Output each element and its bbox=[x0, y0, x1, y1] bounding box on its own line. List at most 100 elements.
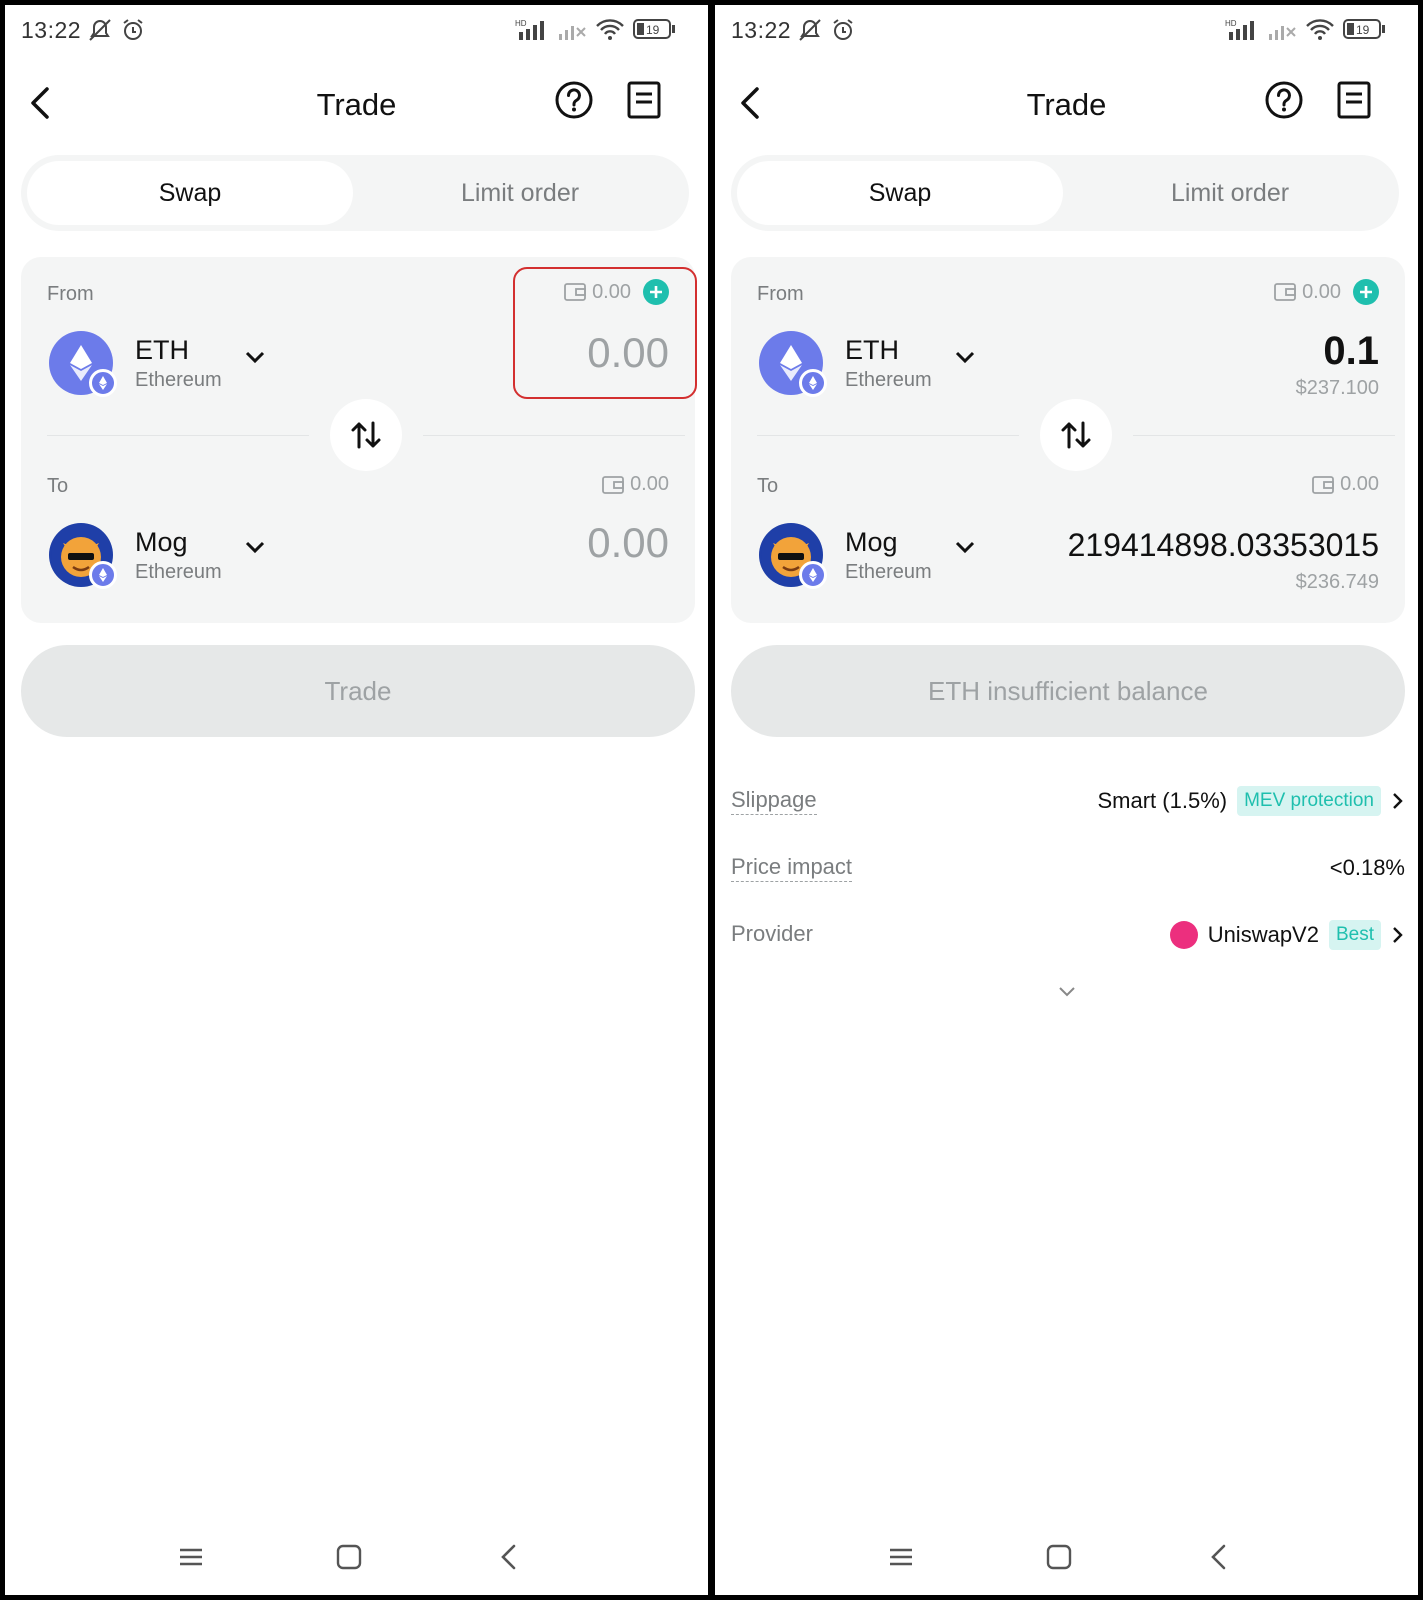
home-icon[interactable] bbox=[1045, 1543, 1073, 1576]
system-nav-bar bbox=[5, 1525, 708, 1595]
menu-icon[interactable] bbox=[887, 1543, 915, 1576]
to-token-symbol: Mog bbox=[135, 527, 188, 557]
order-history-icon[interactable] bbox=[1333, 79, 1375, 121]
wallet-icon bbox=[602, 475, 624, 494]
status-time: 13:22 bbox=[21, 17, 82, 43]
to-label: To bbox=[757, 475, 779, 497]
system-nav-bar bbox=[715, 1525, 1418, 1595]
swap-card: From 0.00 ETH Ethereum 0.1 $237.100 To 0… bbox=[731, 257, 1405, 623]
from-amount-usd: $237.100 bbox=[1295, 377, 1379, 399]
divider bbox=[47, 435, 309, 436]
from-label: From bbox=[757, 283, 804, 305]
to-balance: 0.00 bbox=[602, 473, 669, 496]
svg-text:19: 19 bbox=[1356, 23, 1370, 37]
to-token-symbol: Mog bbox=[845, 527, 898, 557]
from-balance: 0.00 bbox=[1274, 279, 1379, 305]
from-balance-value: 0.00 bbox=[1302, 280, 1341, 303]
right-screen: 13:22 HD 19 Trade Swap Limit order From … bbox=[715, 5, 1418, 1595]
provider-label: Provider bbox=[731, 921, 813, 946]
price-impact-value-group: <0.18% bbox=[1330, 848, 1405, 888]
slippage-row[interactable]: Slippage Smart (1.5%) MEV protection bbox=[731, 781, 1405, 821]
slippage-label: Slippage bbox=[731, 787, 817, 815]
menu-icon[interactable] bbox=[177, 1543, 205, 1576]
provider-row[interactable]: Provider UniswapV2 Best bbox=[731, 915, 1405, 955]
insufficient-balance-button[interactable]: ETH insufficient balance bbox=[731, 645, 1405, 737]
price-impact-value: <0.18% bbox=[1329, 855, 1405, 880]
status-time: 13:22 bbox=[731, 17, 792, 43]
mev-protection-badge: MEV protection bbox=[1237, 786, 1381, 816]
tab-swap[interactable]: Swap bbox=[737, 161, 1063, 225]
battery-icon: 19 bbox=[1343, 18, 1387, 40]
battery-icon: 19 bbox=[633, 18, 677, 40]
help-icon[interactable] bbox=[1263, 79, 1305, 121]
from-amount-input[interactable]: 0.1 bbox=[1323, 329, 1379, 374]
swap-direction-icon[interactable] bbox=[330, 399, 402, 471]
home-icon[interactable] bbox=[335, 1543, 363, 1576]
trade-mode-tabs: Swap Limit order bbox=[731, 155, 1399, 231]
muted-notifications-icon bbox=[797, 18, 823, 42]
to-token-chain: Ethereum bbox=[845, 561, 932, 583]
to-amount: 0.00 bbox=[587, 519, 669, 566]
ethereum-chain-icon bbox=[799, 369, 827, 397]
header: Trade bbox=[715, 67, 1418, 139]
to-token-chain: Ethereum bbox=[135, 561, 222, 583]
svg-text:HD: HD bbox=[1225, 19, 1237, 28]
ethereum-chain-icon bbox=[89, 369, 117, 397]
wifi-icon bbox=[1305, 18, 1335, 40]
to-balance-value: 0.00 bbox=[1340, 473, 1379, 495]
page-title: Trade bbox=[1026, 87, 1107, 122]
to-amount: 219414898.03353015 bbox=[1067, 527, 1379, 563]
from-token-symbol: ETH bbox=[135, 335, 189, 365]
nav-back-icon[interactable] bbox=[495, 1543, 523, 1576]
uniswap-logo-icon bbox=[1169, 921, 1198, 949]
amount-highlight-box bbox=[513, 267, 697, 399]
order-history-icon[interactable] bbox=[623, 79, 665, 121]
chevron-right-icon bbox=[1393, 927, 1403, 943]
best-badge: Best bbox=[1328, 920, 1381, 950]
from-token-chain: Ethereum bbox=[135, 369, 222, 391]
to-balance-value: 0.00 bbox=[630, 473, 669, 495]
no-signal-icon bbox=[1267, 18, 1297, 40]
slippage-value-group: Smart (1.5%) MEV protection bbox=[1098, 781, 1406, 821]
status-bar: 13:22 HD 19 bbox=[715, 5, 1418, 53]
svg-text:HD: HD bbox=[515, 19, 527, 28]
chevron-down-icon bbox=[955, 351, 975, 364]
tab-limit-order[interactable]: Limit order bbox=[357, 161, 683, 225]
left-screen: 13:22 HD 19 Trade Swap Limit order From … bbox=[5, 5, 708, 1595]
to-balance: 0.00 bbox=[1312, 473, 1379, 496]
signal-icon: HD bbox=[1225, 18, 1259, 40]
ethereum-chain-icon bbox=[799, 561, 827, 589]
divider bbox=[423, 435, 685, 436]
chevron-down-icon bbox=[245, 541, 265, 554]
expand-details-icon[interactable] bbox=[1058, 985, 1076, 1003]
divider bbox=[1133, 435, 1395, 436]
header: Trade bbox=[5, 67, 708, 139]
signal-icon: HD bbox=[515, 18, 549, 40]
to-amount-usd: $236.749 bbox=[1295, 571, 1379, 593]
wallet-icon bbox=[1274, 283, 1296, 301]
svg-text:19: 19 bbox=[646, 23, 660, 37]
trade-button[interactable]: Trade bbox=[21, 645, 695, 737]
ethereum-chain-icon bbox=[89, 561, 117, 589]
provider-value-group: UniswapV2 Best bbox=[1169, 915, 1405, 955]
no-signal-icon bbox=[557, 18, 587, 40]
chevron-right-icon bbox=[1393, 793, 1403, 809]
tab-limit-order[interactable]: Limit order bbox=[1067, 161, 1393, 225]
chevron-down-icon bbox=[955, 541, 975, 554]
page-title: Trade bbox=[316, 87, 397, 122]
wallet-icon bbox=[1312, 475, 1334, 494]
help-icon[interactable] bbox=[553, 79, 595, 121]
plus-icon[interactable] bbox=[1353, 279, 1379, 305]
tab-swap[interactable]: Swap bbox=[27, 161, 353, 225]
price-impact-label[interactable]: Price impact bbox=[731, 854, 853, 882]
chevron-down-icon bbox=[245, 351, 265, 364]
from-token-symbol: ETH bbox=[845, 335, 899, 365]
status-bar: 13:22 HD 19 bbox=[5, 5, 708, 53]
price-impact-row: Price impact <0.18% bbox=[731, 848, 1405, 888]
from-token-chain: Ethereum bbox=[845, 369, 932, 391]
swap-direction-icon[interactable] bbox=[1040, 399, 1112, 471]
alarm-icon bbox=[121, 18, 145, 42]
nav-back-icon[interactable] bbox=[1205, 1543, 1233, 1576]
divider bbox=[757, 435, 1019, 436]
slippage-value: Smart (1.5%) bbox=[1097, 788, 1228, 813]
